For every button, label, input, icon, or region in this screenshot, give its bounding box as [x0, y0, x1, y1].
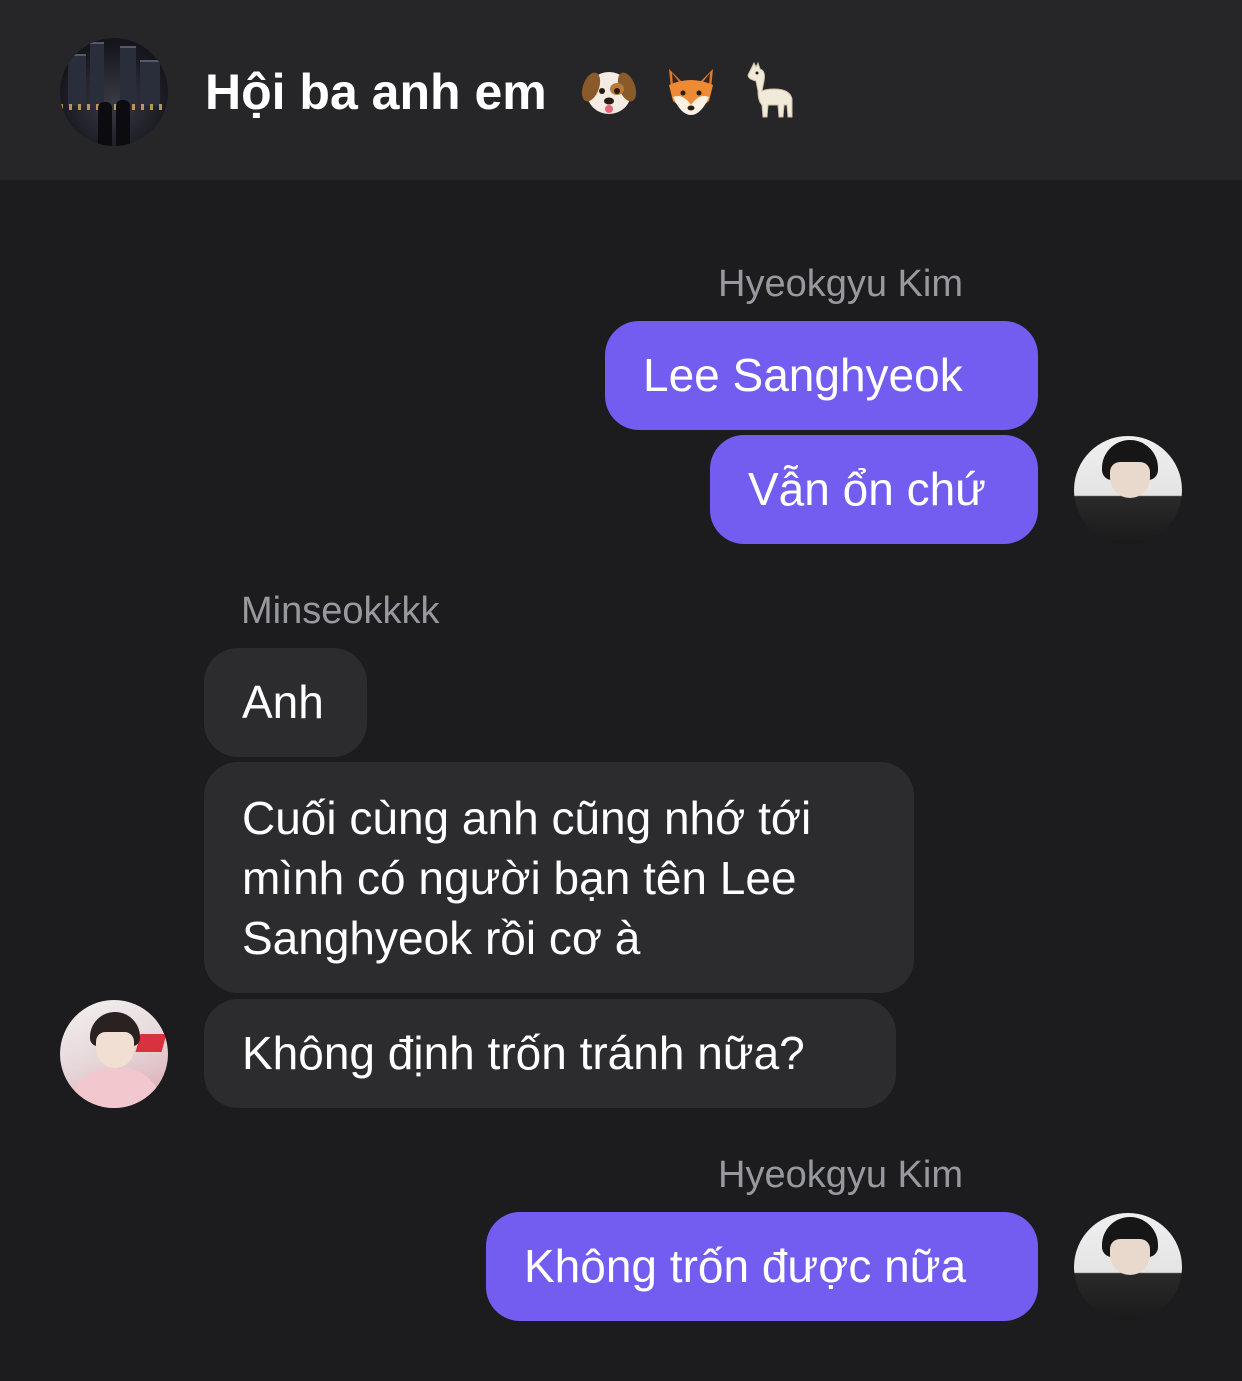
- llama-emoji: [747, 61, 793, 118]
- sender-avatar-hyeokgyu[interactable]: [1074, 1213, 1182, 1321]
- dog-face-emoji: [581, 71, 636, 114]
- fox-face-emoji: [668, 68, 713, 115]
- incoming-message-bubble[interactable]: Anh: [204, 648, 367, 757]
- sender-name: Hyeokgyu Kim: [718, 1154, 963, 1196]
- group-avatar[interactable]: [60, 38, 168, 146]
- outgoing-message-bubble[interactable]: Lee Sanghyeok: [605, 321, 1038, 430]
- sender-name: Minseokkkk: [241, 590, 440, 632]
- group-title-text: Hội ba anh em: [205, 64, 547, 120]
- sender-name: Hyeokgyu Kim: [718, 263, 963, 305]
- chat-header: Hội ba anh em: [0, 0, 1242, 180]
- sender-avatar-hyeokgyu[interactable]: [1074, 436, 1182, 544]
- group-title[interactable]: Hội ba anh em: [205, 60, 802, 124]
- incoming-message-bubble[interactable]: Không định trốn tránh nữa?: [204, 999, 896, 1108]
- outgoing-message-bubble[interactable]: Không trốn được nữa: [486, 1212, 1038, 1321]
- incoming-message-bubble[interactable]: Cuối cùng anh cũng nhớ tới mình có người…: [204, 762, 914, 993]
- sender-avatar-minseok[interactable]: [60, 1000, 168, 1108]
- outgoing-message-bubble[interactable]: Vẫn ổn chứ: [710, 435, 1038, 544]
